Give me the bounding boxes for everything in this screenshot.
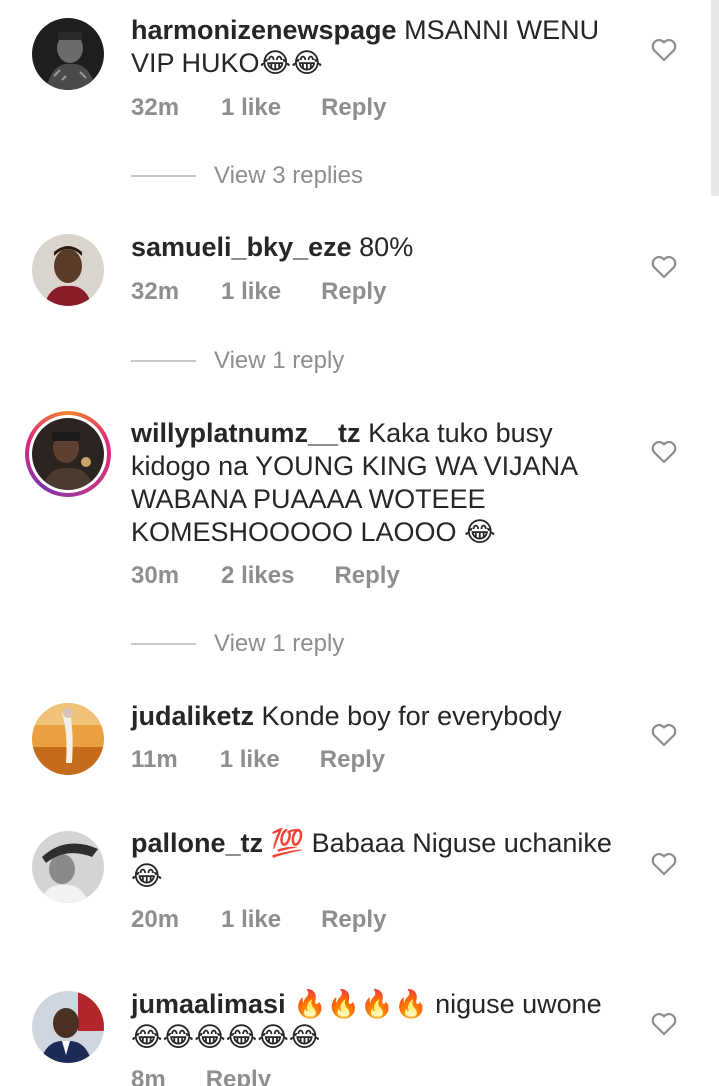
heart-outline-icon[interactable]: [651, 255, 677, 279]
heart-outline-icon[interactable]: [651, 440, 677, 464]
avatar[interactable]: [32, 831, 104, 903]
avatar[interactable]: [32, 18, 104, 90]
reply-button[interactable]: Reply: [321, 906, 386, 934]
reply-button[interactable]: Reply: [320, 746, 385, 774]
avatar[interactable]: [32, 234, 104, 306]
scrollbar[interactable]: [711, 0, 719, 196]
comment-username[interactable]: samueli_bky_eze: [131, 232, 352, 262]
replies-divider: [131, 360, 196, 362]
avatar[interactable]: [32, 703, 104, 775]
replies-divider: [131, 643, 196, 645]
comment-meta: 20m 1 like Reply: [131, 906, 386, 934]
comment-body: jumaalimasi 🔥🔥🔥🔥 niguse uwone 😂😂😂😂😂😂: [131, 988, 631, 1054]
replies-divider: [131, 175, 196, 177]
comment-username[interactable]: willyplatnumz__tz: [131, 418, 361, 448]
view-replies-button[interactable]: View 1 reply: [131, 347, 344, 375]
view-replies-label: View 1 reply: [214, 630, 345, 657]
comment-likes[interactable]: 1 like: [220, 746, 280, 774]
comment-time: 32m: [131, 94, 180, 121]
comments-screen: harmonizenewspage MSANNI WENU VIP HUKO😂😂…: [0, 0, 719, 1086]
comment-meta: 30m 2 likes Reply: [131, 562, 400, 590]
heart-outline-icon[interactable]: [651, 1012, 677, 1036]
comment-meta: 32m 1 like Reply: [131, 278, 386, 306]
comment-username[interactable]: pallone_tz: [131, 828, 263, 858]
comment-username[interactable]: harmonizenewspage: [131, 15, 397, 45]
comment-likes[interactable]: 1 like: [221, 278, 281, 306]
comment-body: samueli_bky_eze 80%: [131, 231, 631, 264]
comment-username[interactable]: jumaalimasi: [131, 989, 286, 1019]
comment-time: 11m: [131, 746, 178, 773]
avatar[interactable]: [32, 991, 104, 1063]
comment-meta: 11m 1 like Reply: [131, 746, 385, 774]
comment-time: 20m: [131, 906, 180, 933]
reply-button[interactable]: Reply: [334, 562, 399, 590]
comment-body: judaliketz Konde boy for everybody: [131, 700, 631, 733]
heart-outline-icon[interactable]: [651, 852, 677, 876]
comment-time: 30m: [131, 562, 180, 589]
comment-likes[interactable]: 1 like: [221, 906, 281, 934]
comment-time: 8m: [131, 1066, 166, 1086]
comment-meta: 32m 1 like Reply: [131, 94, 386, 122]
comment-likes[interactable]: 1 like: [221, 94, 281, 122]
comment-meta: 8m Reply: [131, 1066, 271, 1086]
comment-likes[interactable]: 2 likes: [221, 562, 294, 590]
comment-body: willyplatnumz__tz Kaka tuko busy kidogo …: [131, 417, 601, 549]
view-replies-label: View 3 replies: [214, 162, 363, 189]
reply-button[interactable]: Reply: [321, 94, 386, 122]
reply-button[interactable]: Reply: [206, 1066, 271, 1086]
reply-button[interactable]: Reply: [321, 278, 386, 306]
view-replies-label: View 1 reply: [214, 347, 345, 374]
comment-username[interactable]: judaliketz: [131, 701, 254, 731]
heart-outline-icon[interactable]: [651, 38, 677, 62]
comment-body: harmonizenewspage MSANNI WENU VIP HUKO😂😂: [131, 14, 631, 80]
comment-time: 32m: [131, 278, 180, 305]
heart-outline-icon[interactable]: [651, 723, 677, 747]
comment-text: Konde boy for everybody: [261, 701, 562, 731]
comment-body: pallone_tz 💯 Babaaa Niguse uchanike 😂: [131, 827, 631, 893]
view-replies-button[interactable]: View 3 replies: [131, 162, 363, 190]
avatar[interactable]: [25, 411, 111, 497]
comment-text: 80%: [359, 232, 414, 262]
view-replies-button[interactable]: View 1 reply: [131, 630, 344, 658]
